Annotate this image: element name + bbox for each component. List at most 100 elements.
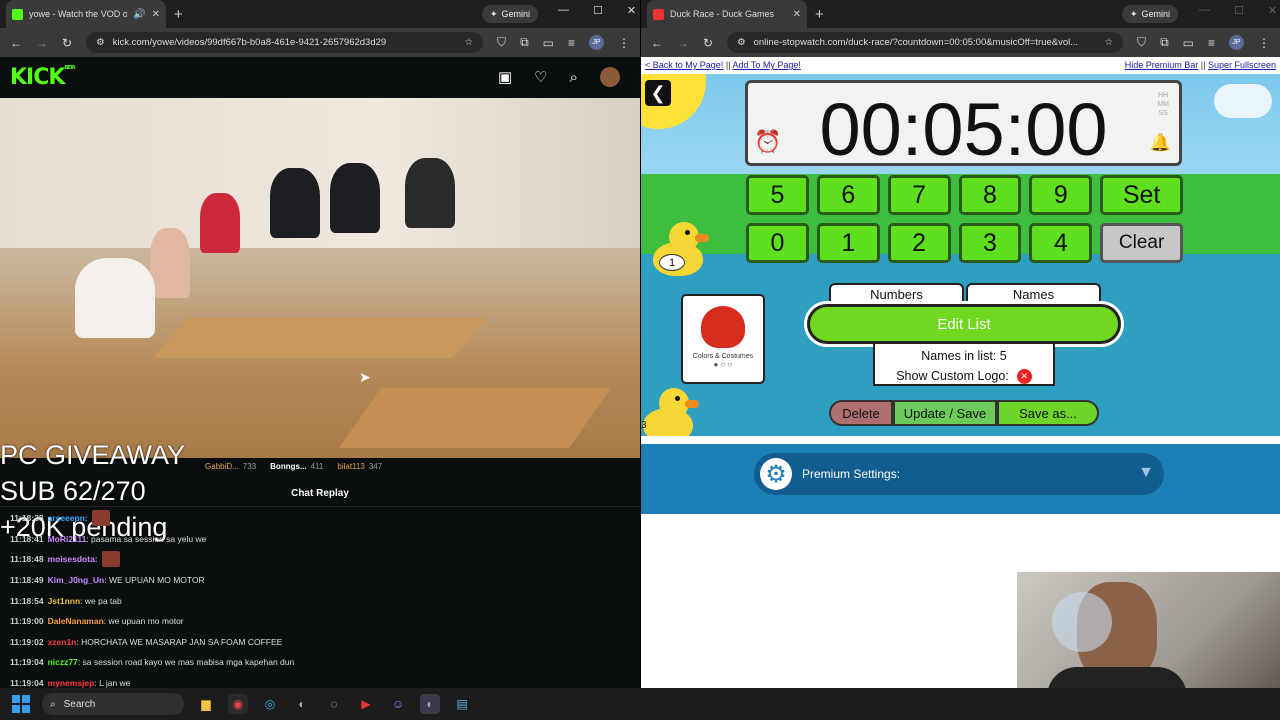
minimize-icon[interactable]: — (558, 4, 569, 17)
media-player-icon[interactable]: ▶ (356, 694, 376, 714)
gemini-button[interactable]: ✦ Gemini (1122, 5, 1179, 23)
delete-button[interactable]: Delete (829, 400, 893, 426)
reload-icon[interactable]: ↻ (62, 36, 72, 50)
file-explorer-icon[interactable]: ▆ (196, 694, 216, 714)
obs-icon[interactable]: ◌ (324, 694, 344, 714)
search-icon[interactable]: ⌕ (570, 69, 578, 86)
chat-username[interactable]: DaleNanaman (48, 616, 104, 626)
url-text: online-stopwatch.com/duck-race/?countdow… (753, 37, 1079, 48)
save-as-button[interactable]: Save as... (997, 400, 1099, 426)
bookmark-star-icon[interactable]: ☆ (465, 37, 474, 48)
close-tab-icon[interactable]: ✕ (793, 9, 801, 20)
hms-indicator[interactable]: HH MM SS (1157, 91, 1169, 118)
back-icon[interactable]: ← (651, 36, 663, 50)
maximize-icon[interactable]: ☐ (1234, 4, 1244, 17)
leaderboard-entry[interactable]: GabbiD... 733 (205, 462, 256, 471)
update-save-button[interactable]: Update / Save (893, 400, 997, 426)
key-2[interactable]: 2 (887, 223, 951, 263)
profile-avatar[interactable]: JP (1229, 35, 1244, 50)
bookmark-star-icon[interactable]: ☆ (1105, 37, 1114, 48)
chat-username[interactable]: xzen1n (48, 637, 77, 647)
address-bar[interactable]: ⚙ kick.com/yowe/videos/99df667b-b0a8-461… (86, 32, 484, 53)
list-actions: Delete Update / Save Save as... (829, 400, 1099, 426)
media-icon[interactable]: ≡ (1208, 36, 1215, 50)
notepad-icon[interactable]: ▤ (452, 694, 472, 714)
add-to-my-page-link[interactable]: Add To My Page! (733, 60, 801, 70)
tab-kick[interactable]: yowe - Watch the VOD on K 🔊 ✕ (6, 0, 166, 28)
new-tab-icon[interactable]: + (815, 6, 824, 23)
shield-icon[interactable]: ⛉ (497, 35, 506, 50)
minimize-icon[interactable]: — (1199, 4, 1210, 17)
tab-numbers[interactable]: Numbers (829, 283, 964, 303)
back-to-my-page-link[interactable]: < Back to My Page! (645, 60, 723, 70)
reload-icon[interactable]: ↻ (703, 36, 713, 50)
key-7[interactable]: 7 (887, 175, 951, 215)
menu-icon[interactable]: ⋮ (618, 36, 630, 50)
key-0[interactable]: 0 (746, 223, 809, 263)
key-8[interactable]: 8 (958, 175, 1022, 215)
profile-avatar[interactable]: JP (589, 35, 604, 50)
discord-icon[interactable]: ☺ (388, 694, 408, 714)
taskbar-search[interactable]: ⌕ Search (42, 693, 184, 715)
set-button[interactable]: Set (1100, 175, 1183, 215)
chat-username[interactable]: mynemsjep (48, 678, 95, 688)
media-icon[interactable]: ≡ (568, 36, 575, 50)
key-4[interactable]: 4 (1029, 223, 1093, 263)
gemini-button[interactable]: ✦ Gemini (482, 5, 539, 23)
close-window-icon[interactable]: ✕ (1268, 4, 1277, 17)
heart-icon[interactable]: ♡ (534, 68, 547, 86)
leaderboard-entry[interactable]: Bonngs... 411 (270, 462, 323, 471)
key-1[interactable]: 1 (816, 223, 880, 263)
site-info-icon[interactable]: ⚙ (737, 37, 746, 48)
edge-icon[interactable]: ◎ (260, 694, 280, 714)
cast-icon[interactable]: ▭ (543, 36, 554, 50)
chat-username[interactable]: Jst1nnn (48, 596, 81, 606)
user-avatar[interactable] (600, 67, 620, 87)
leaderboard-entry[interactable]: bilat113 347 (337, 462, 382, 471)
key-6[interactable]: 6 (816, 175, 880, 215)
forward-icon[interactable]: → (677, 36, 689, 50)
hide-premium-bar-link[interactable]: Hide Premium Bar (1125, 60, 1199, 70)
premium-settings-bar[interactable]: ⚙ Premium Settings: ▼ (754, 453, 1164, 495)
cast-icon[interactable]: ▭ (1183, 36, 1194, 50)
close-tab-icon[interactable]: ✕ (152, 9, 160, 20)
chat-username[interactable]: Kim_J0ng_Un (48, 575, 105, 585)
bell-icon[interactable]: 🔔 (1150, 133, 1171, 153)
carousel-dots-icon[interactable]: ● ○ ○ (683, 360, 763, 369)
chrome-icon[interactable]: ◉ (228, 694, 248, 714)
site-info-icon[interactable]: ⚙ (96, 37, 105, 48)
steam-icon[interactable]: ◐ (292, 694, 312, 714)
key-5[interactable]: 5 (746, 175, 809, 215)
edit-list-button[interactable]: Edit List (807, 304, 1121, 344)
super-fullscreen-link[interactable]: Super Fullscreen (1208, 60, 1276, 70)
maximize-icon[interactable]: ☐ (593, 4, 603, 17)
forward-icon[interactable]: → (36, 36, 48, 50)
key-9[interactable]: 9 (1029, 175, 1093, 215)
clear-button[interactable]: Clear (1100, 223, 1183, 263)
following-icon[interactable]: ▣ (498, 68, 512, 86)
windows-start-icon[interactable] (12, 695, 30, 713)
alarm-clock-icon[interactable]: ⏰ (754, 129, 781, 155)
shield-icon[interactable]: ⛉ (1137, 35, 1146, 50)
video-player[interactable]: ➤ (0, 98, 640, 458)
key-3[interactable]: 3 (958, 223, 1022, 263)
kick-logo[interactable]: KICKBETA (10, 65, 76, 90)
extensions-icon[interactable]: ⧉ (1160, 35, 1169, 50)
colors-costumes-card[interactable]: Colors & Costumes ● ○ ○ (681, 294, 765, 384)
menu-icon[interactable]: ⋮ (1258, 36, 1270, 50)
chat-username[interactable]: MoRi2111 (48, 534, 87, 544)
back-arrow-icon[interactable]: ❮ (645, 80, 671, 106)
back-icon[interactable]: ← (10, 36, 22, 50)
chat-username[interactable]: arseeepn: (48, 513, 88, 523)
extensions-icon[interactable]: ⧉ (520, 35, 529, 50)
tab-duck-race[interactable]: Duck Race - Duck Games ✕ (647, 0, 807, 28)
chat-username[interactable]: moisesdota: (48, 554, 98, 564)
tab-names[interactable]: Names (966, 283, 1101, 303)
close-x-icon[interactable]: ✕ (1016, 369, 1032, 385)
chat-username[interactable]: niczz77 (48, 657, 78, 667)
speaker-icon[interactable]: 🔊 (133, 9, 145, 20)
steam-active-icon[interactable]: ◐ (420, 694, 440, 714)
address-bar[interactable]: ⚙ online-stopwatch.com/duck-race/?countd… (727, 32, 1124, 53)
close-window-icon[interactable]: ✕ (627, 4, 636, 17)
new-tab-icon[interactable]: + (174, 6, 183, 23)
